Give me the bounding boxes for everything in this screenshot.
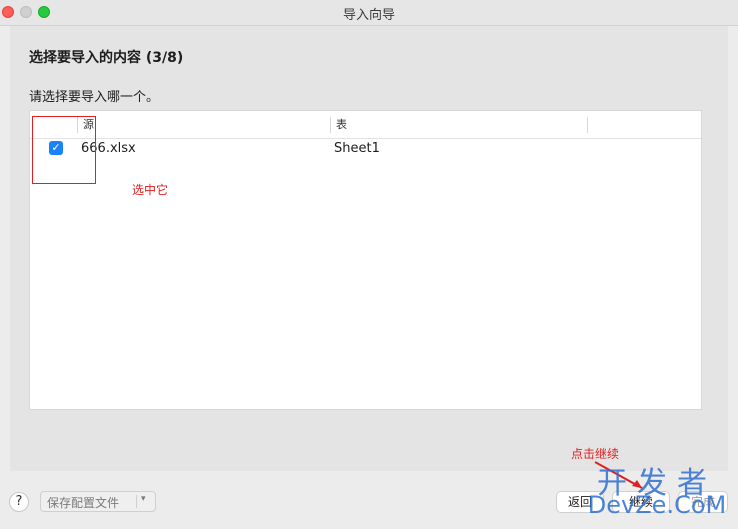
source-table: 源 表 ✓ 666.xlsx Sheet1 [29,110,702,410]
column-separator [330,117,331,133]
save-config-label: 保存配置文件 [47,496,120,510]
annotation-highlight-box [32,116,96,184]
popup-separator [136,495,137,508]
annotation-select-it: 选中它 [132,183,169,197]
sheet-name-cell[interactable]: Sheet1 [334,141,380,156]
chevron-down-icon: ▾ [141,494,146,504]
save-config-popup[interactable]: 保存配置文件 ▾ [40,491,156,512]
annotation-arrow-icon [594,461,643,489]
continue-button[interactable]: 继续 [612,491,670,513]
column-header-sheet[interactable]: 表 [336,111,347,138]
window-title: 导入向导 [342,8,395,23]
question-text: 请选择要导入哪一个。 [29,90,160,105]
back-button[interactable]: 返回 [556,491,604,513]
done-button[interactable]: 完成 [678,491,728,513]
help-button[interactable]: ? [9,492,29,512]
step-title: 选择要导入的内容 (3/8) [29,50,184,66]
title-bar: 导入向导 [0,0,738,26]
header-divider [30,138,701,139]
column-separator [587,117,588,133]
